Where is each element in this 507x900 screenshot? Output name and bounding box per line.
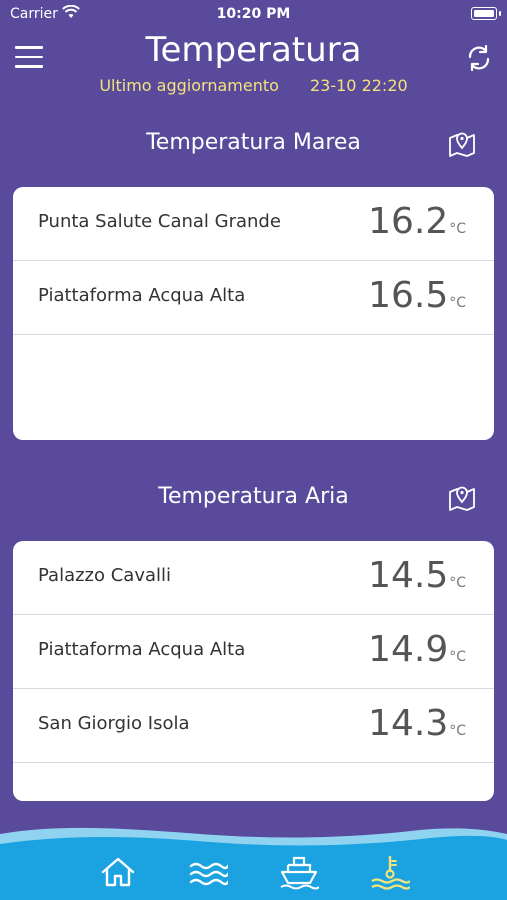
station-name: San Giorgio Isola — [38, 713, 190, 734]
station-name: Piattaforma Acqua Alta — [38, 285, 246, 306]
station-name: Punta Salute Canal Grande — [38, 211, 281, 232]
map-pin-icon[interactable] — [447, 482, 477, 512]
temperature-number: 14.3 — [368, 703, 449, 744]
temperature-value: 14.5°C — [368, 555, 466, 596]
list-item[interactable]: Piattaforma Acqua Alta 16.5°C — [13, 261, 494, 335]
temperature-unit: °C — [449, 295, 466, 311]
station-name: Palazzo Cavalli — [38, 565, 172, 586]
card-aria: Palazzo Cavalli 14.5°C Piattaforma Acqua… — [13, 541, 494, 801]
last-update-time: 23-10 22:20 — [309, 76, 408, 95]
temperature-unit: °C — [449, 575, 466, 591]
bottom-nav — [0, 824, 507, 900]
temperature-unit: °C — [449, 221, 466, 237]
temperature-number: 14.9 — [368, 629, 449, 670]
station-name: Piattaforma Acqua Alta — [38, 639, 246, 660]
waves-icon[interactable] — [188, 854, 228, 890]
section-title-aria: Temperatura Aria — [158, 484, 349, 509]
status-time: 10:20 PM — [216, 6, 291, 22]
temperature-number: 16.2 — [368, 201, 449, 242]
map-pin-icon[interactable] — [447, 128, 477, 158]
status-bar: Carrier 10:20 PM — [0, 0, 507, 28]
card-marea: Punta Salute Canal Grande 16.2°C Piattaf… — [13, 187, 494, 440]
temperature-value: 14.3°C — [368, 703, 466, 744]
home-icon[interactable] — [98, 854, 138, 890]
temperature-unit: °C — [449, 723, 466, 739]
list-item[interactable]: San Giorgio Isola 14.3°C — [13, 689, 494, 763]
temperature-value: 16.5°C — [368, 275, 466, 316]
list-item[interactable]: Palazzo Cavalli 14.5°C — [13, 541, 494, 615]
page-title: Temperatura — [145, 30, 362, 70]
list-item[interactable]: Punta Salute Canal Grande 16.2°C — [13, 187, 494, 261]
last-update-label: Ultimo aggiornamento — [99, 76, 279, 95]
temperature-unit: °C — [449, 649, 466, 665]
list-item[interactable]: Piattaforma Acqua Alta 14.9°C — [13, 615, 494, 689]
wave-background — [0, 827, 507, 900]
section-title-marea: Temperatura Marea — [146, 130, 361, 155]
refresh-icon[interactable] — [465, 44, 493, 72]
temperature-number: 14.5 — [368, 555, 449, 596]
temperature-number: 16.5 — [368, 275, 449, 316]
temperature-value: 16.2°C — [368, 201, 466, 242]
battery-icon — [471, 7, 501, 20]
temperature-value: 14.9°C — [368, 629, 466, 670]
boat-icon[interactable] — [279, 854, 319, 890]
thermometer-water-icon[interactable] — [370, 854, 410, 890]
header: Temperatura Ultimo aggiornamento 23-10 2… — [0, 28, 507, 108]
last-update: Ultimo aggiornamento 23-10 22:20 — [0, 76, 507, 95]
